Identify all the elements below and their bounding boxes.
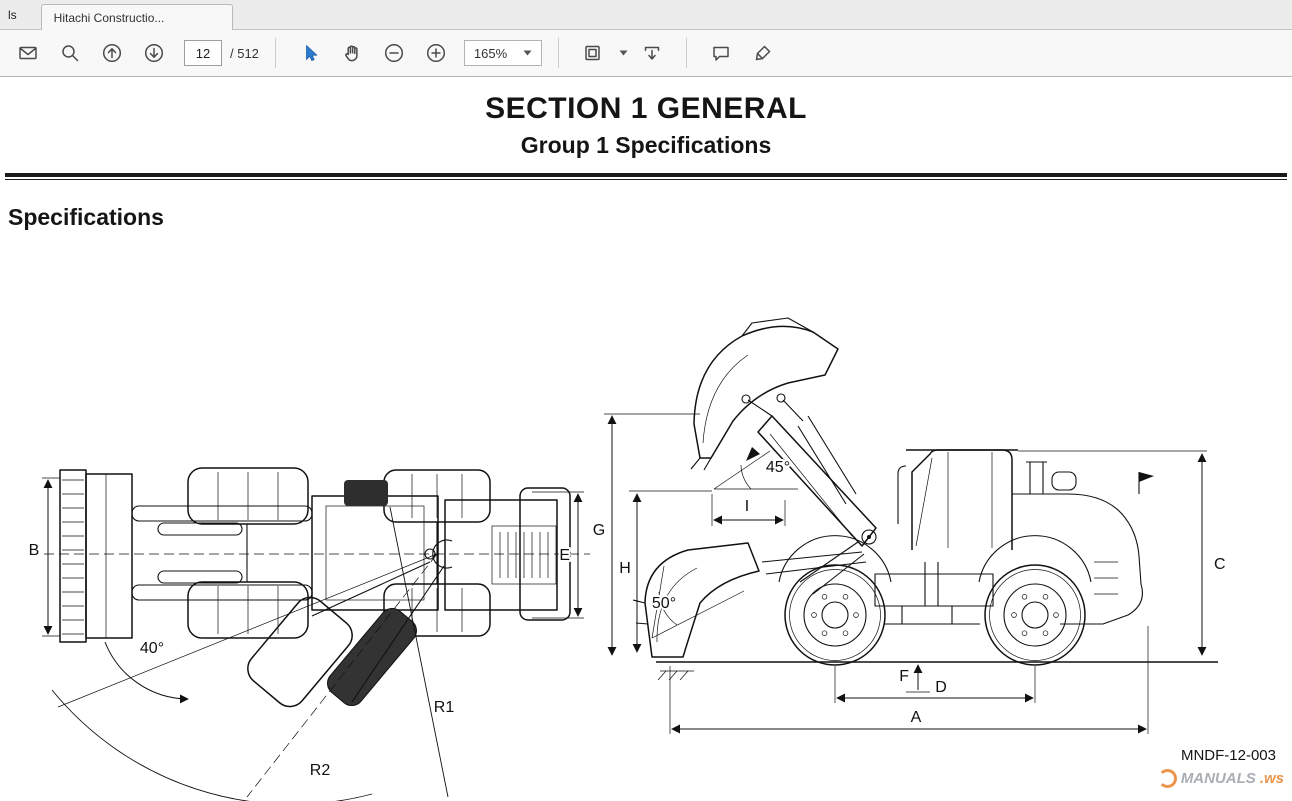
dim-label-f: F: [899, 668, 909, 685]
zoom-level-dropdown[interactable]: 165%: [464, 40, 542, 66]
dim-label-c: C: [1214, 556, 1226, 573]
group-heading: Group 1 Specifications: [0, 132, 1292, 159]
page-fit-button[interactable]: [575, 37, 611, 69]
fit-width-icon: [642, 43, 662, 63]
watermark-logo: MANUALS.ws: [1158, 769, 1284, 788]
side-view-drawing: G H I 45° 50° C F D A: [593, 318, 1226, 734]
zoom-out-button[interactable]: [376, 37, 412, 69]
dim-label-a: A: [911, 709, 922, 726]
hand-tool-icon: [342, 43, 362, 63]
page-fit-icon: [583, 43, 603, 63]
watermark-text: MANUALS: [1181, 770, 1256, 787]
section-heading: SECTION 1 GENERAL: [0, 77, 1292, 126]
next-page-button[interactable]: [136, 37, 172, 69]
zoom-out-icon: [384, 43, 404, 63]
highlight-icon: [753, 43, 773, 63]
toolbar-separator: [686, 38, 687, 68]
dim-label-d: D: [935, 679, 947, 696]
caret-down-icon: [523, 50, 532, 56]
email-icon: [18, 43, 38, 63]
dim-label-b: B: [29, 542, 40, 559]
previous-page-button[interactable]: [94, 37, 130, 69]
angle-label-50: 50°: [652, 595, 676, 612]
fit-width-button[interactable]: [634, 37, 670, 69]
zoom-in-icon: [426, 43, 446, 63]
document-tab-title: Hitachi Constructio...: [54, 11, 165, 25]
specifications-heading: Specifications: [8, 204, 1292, 231]
watermark-swirl-icon: [1158, 769, 1177, 788]
pdf-toolbar: / 512 165%: [0, 30, 1292, 77]
caret-down-icon[interactable]: [619, 50, 628, 56]
app-window: ls Hitachi Constructio...: [0, 0, 1292, 800]
page-navigation: / 512: [184, 40, 259, 66]
top-view-drawing: B E 40° R1 R2: [29, 468, 590, 801]
comment-button[interactable]: [703, 37, 739, 69]
dim-label-e: E: [559, 547, 570, 564]
watermark-suffix: .ws: [1260, 770, 1284, 787]
comment-icon: [711, 43, 731, 63]
page-count-label: / 512: [230, 46, 259, 61]
figure-code: MNDF-12-003: [1181, 747, 1276, 764]
search-button[interactable]: [52, 37, 88, 69]
zoom-value: 165%: [474, 46, 507, 61]
page-number-input[interactable]: [184, 40, 222, 66]
divider-rule: [5, 173, 1287, 180]
dim-label-g: G: [593, 522, 605, 539]
highlight-button[interactable]: [745, 37, 781, 69]
page-down-icon: [144, 43, 164, 63]
angle-label-40: 40°: [140, 640, 164, 657]
search-icon: [60, 43, 80, 63]
tab-bar: ls Hitachi Constructio...: [0, 0, 1292, 30]
document-page: SECTION 1 GENERAL Group 1 Specifications…: [0, 77, 1292, 800]
page-up-icon: [102, 43, 122, 63]
dim-label-i: I: [745, 498, 749, 515]
zoom-in-button[interactable]: [418, 37, 454, 69]
document-tab[interactable]: Hitachi Constructio...: [41, 4, 233, 30]
radius-label-r2: R2: [310, 762, 331, 779]
radius-label-r1: R1: [434, 699, 455, 716]
hand-tool-button[interactable]: [334, 37, 370, 69]
specifications-diagram: B E 40° R1 R2: [0, 282, 1292, 801]
angle-label-45: 45°: [766, 459, 790, 476]
toolbar-separator: [558, 38, 559, 68]
select-tool-button[interactable]: [292, 37, 328, 69]
email-button[interactable]: [10, 37, 46, 69]
toolbar-separator: [275, 38, 276, 68]
select-tool-icon: [300, 43, 320, 63]
tools-tab-partial[interactable]: ls: [0, 8, 23, 29]
dim-label-h: H: [619, 560, 631, 577]
